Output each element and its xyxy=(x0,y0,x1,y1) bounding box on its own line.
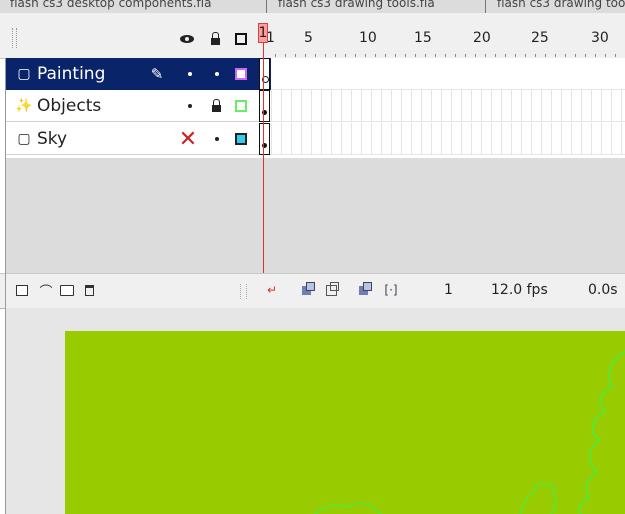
lock-toggle[interactable] xyxy=(210,60,224,88)
layers-empty-area xyxy=(5,158,271,273)
motion-guide-icon[interactable]: ⌒ xyxy=(38,282,54,300)
hidden-x-icon[interactable]: ✕ xyxy=(176,125,200,153)
stage[interactable] xyxy=(65,331,625,514)
visibility-toggle[interactable] xyxy=(183,92,197,120)
doc-tab[interactable]: flash cs3 drawing tools.fla xyxy=(487,0,625,13)
lock-icon[interactable] xyxy=(207,92,225,120)
ground-outline xyxy=(314,502,382,514)
layer-row-objects[interactable]: ✨ Objects xyxy=(5,90,271,122)
keyframe[interactable] xyxy=(259,58,270,90)
frame-number: 20 xyxy=(473,30,491,46)
frame-rate[interactable]: 12.0 fps xyxy=(491,282,548,298)
outline-color-box[interactable] xyxy=(233,92,249,120)
edit-multiple-frames-icon[interactable] xyxy=(355,281,372,298)
outline-color-box[interactable] xyxy=(233,60,249,88)
frame-number: 25 xyxy=(531,30,549,46)
center-frame-icon[interactable]: ↵ xyxy=(264,282,280,298)
footer-grip[interactable] xyxy=(240,284,247,299)
playhead-frame-label: 1 xyxy=(258,25,268,41)
pencil-icon: ✎ xyxy=(150,65,164,83)
document-tabs: flash cs3 desktop components.fla flash c… xyxy=(0,0,625,13)
layer-row-painting[interactable]: ▢ Painting xyxy=(5,58,271,90)
keyframe[interactable] xyxy=(259,90,270,122)
elapsed-time: 0.0s xyxy=(588,282,618,298)
keyframe[interactable] xyxy=(259,123,270,155)
eye-icon[interactable] xyxy=(178,30,196,48)
frame-row-sky[interactable] xyxy=(271,123,625,155)
frame-row-painting[interactable] xyxy=(271,58,625,90)
tree-outline xyxy=(578,350,625,514)
frame-row-objects[interactable] xyxy=(271,90,625,122)
timeline-footer: ⌒ ↵ [·] 1 12.0 fps 0.0s xyxy=(0,273,625,309)
delete-layer-icon[interactable] xyxy=(81,282,97,298)
panel-grip[interactable] xyxy=(12,28,17,48)
modify-onion-markers-icon[interactable]: [·] xyxy=(383,282,399,298)
panel-divider xyxy=(5,58,6,514)
frame-number: 15 xyxy=(414,30,432,46)
frame-number: 30 xyxy=(591,30,609,46)
doc-tab[interactable]: flash cs3 drawing tools.fla xyxy=(268,0,435,13)
frame-number: 10 xyxy=(359,30,377,46)
tab-separator xyxy=(266,0,267,13)
stage-drawing xyxy=(314,350,625,514)
lock-icon[interactable] xyxy=(206,30,224,48)
bush-outline xyxy=(519,483,557,514)
playhead-line xyxy=(263,43,264,277)
insert-folder-icon[interactable] xyxy=(59,282,75,298)
tab-separator xyxy=(485,0,486,13)
layer-icon: ▢ xyxy=(17,66,31,82)
current-frame: 1 xyxy=(444,282,453,298)
outline-color-box[interactable] xyxy=(233,125,249,153)
doc-tab[interactable]: flash cs3 desktop components.fla xyxy=(0,0,211,13)
guide-layer-icon: ✨ xyxy=(15,97,33,114)
onion-skin-icon[interactable] xyxy=(298,281,315,298)
outline-icon[interactable] xyxy=(232,30,250,48)
insert-layer-icon[interactable] xyxy=(14,282,30,298)
layer-row-sky[interactable]: ▢ Sky xyxy=(5,123,271,155)
onion-skin-outlines-icon[interactable] xyxy=(323,281,339,298)
lock-toggle[interactable] xyxy=(210,125,224,153)
visibility-toggle[interactable] xyxy=(183,60,197,88)
frame-ruler[interactable] xyxy=(275,50,625,57)
frame-number: 5 xyxy=(304,30,313,46)
frames-empty-area xyxy=(271,158,625,273)
layer-icon: ▢ xyxy=(17,130,31,147)
